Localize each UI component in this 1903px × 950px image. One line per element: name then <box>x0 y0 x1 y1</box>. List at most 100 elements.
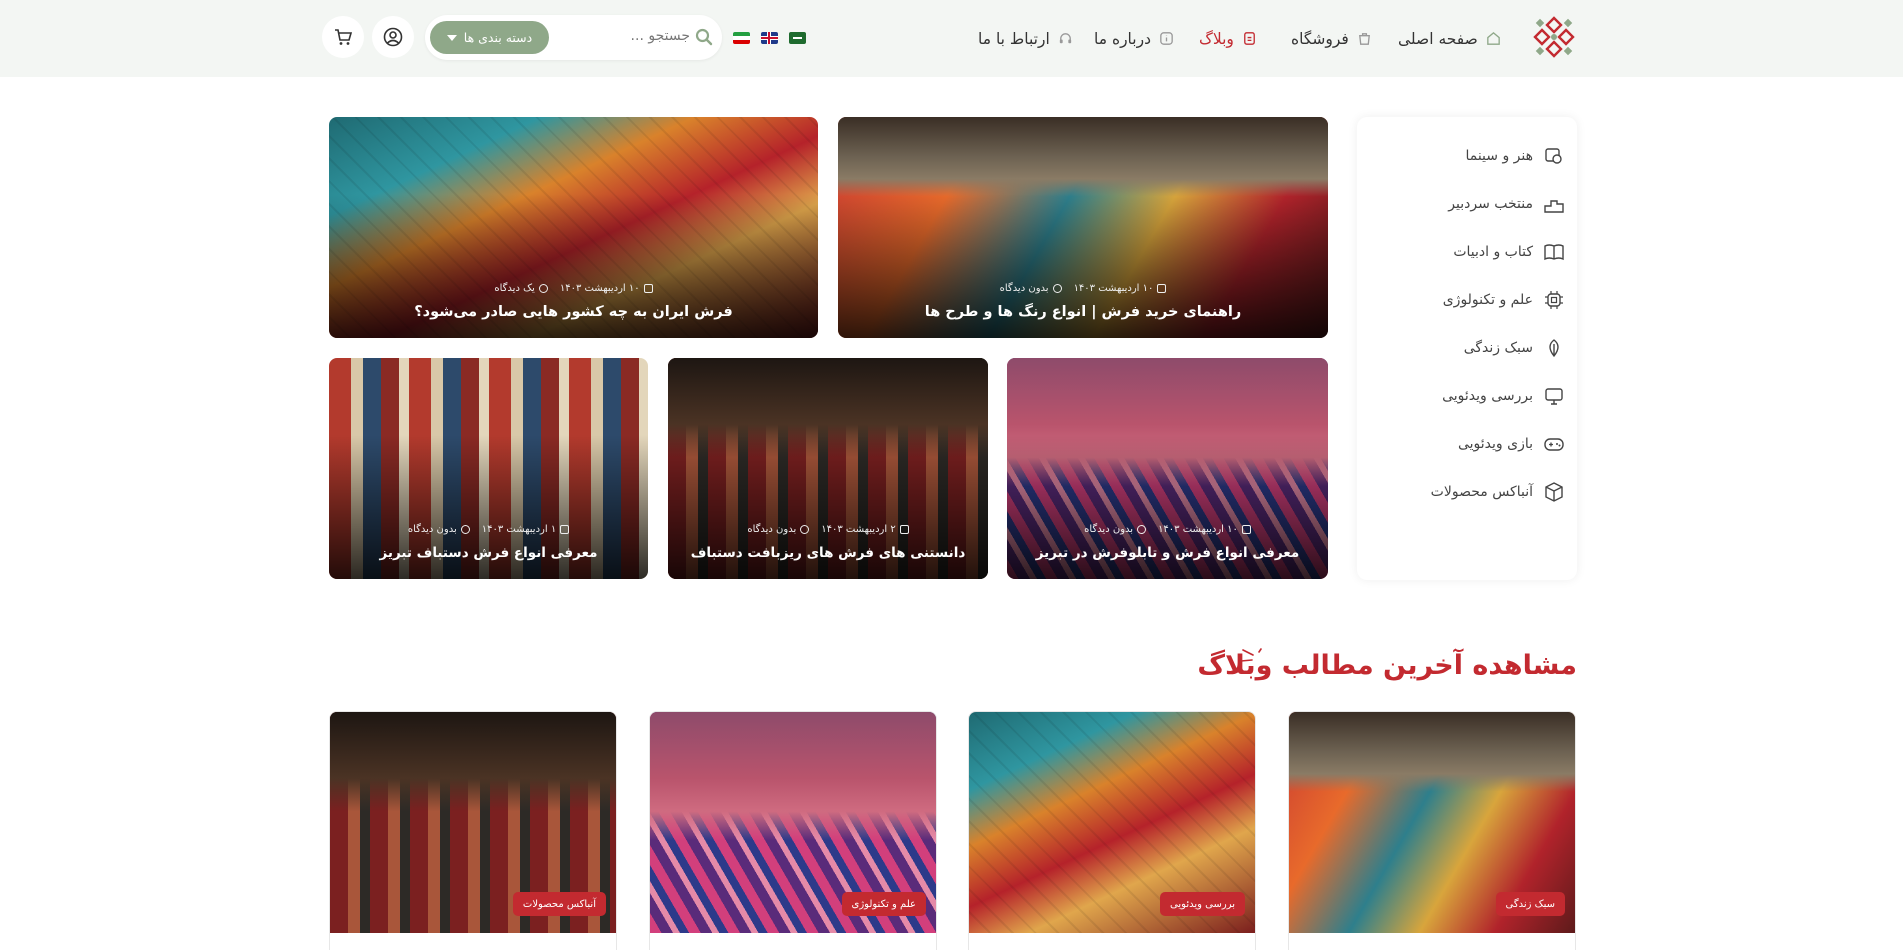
category-badge[interactable]: آنباکس محصولات <box>512 892 606 916</box>
fa-flag[interactable] <box>733 32 750 44</box>
category-badge[interactable]: سبک زندگی <box>1495 892 1565 916</box>
user-account-button[interactable] <box>372 16 414 58</box>
podium-icon <box>1544 200 1564 213</box>
post-title[interactable]: راهنمای خرید فرش | انواع رنگ ها و طرح ها <box>838 304 1328 320</box>
caret-down-icon <box>446 34 457 41</box>
sidebar-item-lifestyle[interactable]: سبک زندگی <box>1464 335 1565 361</box>
category-badge[interactable]: علم و تکنولوژی <box>841 892 926 916</box>
nav-contact[interactable]: ارتباط با ما <box>978 0 1074 77</box>
sidebar-item-label: منتخب سردبیر <box>1448 196 1533 212</box>
post-date: ۱۰ اردیبهشت ۱۴۰۳ <box>560 283 653 294</box>
post-title[interactable]: دانستنی های فرش های ریزبافت دستباف <box>668 545 988 561</box>
sidebar-item-label: بررسی ویدئویی <box>1442 388 1533 404</box>
nav-shop-label: فروشگاه <box>1291 29 1349 48</box>
latest-card-3[interactable]: علم و تکنولوژی <box>649 711 937 950</box>
ar-flag[interactable] <box>789 32 806 44</box>
post-title[interactable]: فرش ایران به چه کشور هایی صادر می‌شود؟ <box>329 304 818 320</box>
featured-post-2[interactable]: ۱۰ اردیبهشت ۱۴۰۳ یک دیدگاه فرش ایران به … <box>329 117 818 338</box>
home-icon <box>1486 31 1500 45</box>
post-date: ۱۰ اردیبهشت ۱۴۰۳ <box>1158 524 1251 535</box>
comment-icon <box>460 525 470 534</box>
latest-card-2[interactable]: بررسی ویدئویی <box>968 711 1256 950</box>
post-comments: بدون دیدگاه <box>747 524 810 535</box>
headset-icon <box>1059 33 1071 44</box>
monitor-icon <box>1545 388 1563 405</box>
featured-post-3[interactable]: ۱۰ اردیبهشت ۱۴۰۳ بدون دیدگاه معرفی انواع… <box>1007 358 1328 579</box>
post-meta: ۱۰ اردیبهشت ۱۴۰۳ بدون دیدگاه <box>838 283 1328 294</box>
cart-icon <box>335 29 353 45</box>
calendar-icon <box>643 284 653 293</box>
post-meta: ۱ اردیبهشت ۱۴۰۳ بدون دیدگاه <box>329 524 648 535</box>
post-comments: یک دیدگاه <box>494 283 548 294</box>
category-sidebar: هنر و سینما منتخب سردبیر کتاب و ادبیات ع… <box>1357 117 1577 580</box>
comment-icon <box>1137 525 1147 534</box>
latest-card-4[interactable]: آنباکس محصولات <box>329 711 617 950</box>
cart-button[interactable] <box>322 16 364 58</box>
language-switcher <box>733 32 806 44</box>
calendar-icon <box>1241 525 1251 534</box>
chip-icon <box>1545 291 1563 309</box>
sidebar-item-art-cinema[interactable]: هنر و سینما <box>1465 143 1565 169</box>
sidebar-item-unboxing[interactable]: آنباکس محصولات <box>1431 479 1565 505</box>
sidebar-item-video-review[interactable]: بررسی ویدئویی <box>1442 383 1565 409</box>
search-icon[interactable] <box>694 27 714 47</box>
blog-icon <box>1244 32 1255 45</box>
nav-about-label: درباره ما <box>1094 29 1151 48</box>
en-flag[interactable] <box>761 32 778 44</box>
sidebar-item-label: سبک زندگی <box>1463 340 1533 356</box>
section-title: مشاهده آخرین مطالب وبلاگ <box>1197 650 1577 681</box>
featured-post-1[interactable]: ۱۰ اردیبهشت ۱۴۰۳ بدون دیدگاه راهنمای خری… <box>838 117 1328 338</box>
calendar-icon <box>899 525 909 534</box>
post-comments: بدون دیدگاه <box>1084 524 1147 535</box>
post-meta: ۱۰ اردیبهشت ۱۴۰۳ بدون دیدگاه <box>1007 524 1328 535</box>
post-comments: بدون دیدگاه <box>408 524 470 535</box>
sidebar-item-editors-pick[interactable]: منتخب سردبیر <box>1448 191 1565 217</box>
post-date: ۱۰ اردیبهشت ۱۴۰۳ <box>1074 283 1167 294</box>
post-meta: ۱۰ اردیبهشت ۱۴۰۳ یک دیدگاه <box>329 283 818 294</box>
sidebar-item-books[interactable]: کتاب و ادبیات <box>1453 239 1565 265</box>
featured-post-4[interactable]: ۲ اردیبهشت ۱۴۰۳ بدون دیدگاه دانستنی های … <box>668 358 988 579</box>
post-title[interactable]: معرفی انواع فرش و تابلوفرش در تبریز <box>1007 545 1328 561</box>
nav-home[interactable]: صفحه اصلی <box>1398 0 1502 77</box>
sidebar-item-label: آنباکس محصولات <box>1430 484 1533 500</box>
sidebar-item-science-tech[interactable]: علم و تکنولوژی <box>1443 287 1565 313</box>
nav-blog[interactable]: وبلاگ <box>1199 0 1258 77</box>
calendar-icon <box>560 525 570 534</box>
leaf-icon <box>1549 339 1559 358</box>
sidebar-item-label: هنر و سینما <box>1465 148 1533 164</box>
calendar-icon <box>1157 284 1167 293</box>
nav-contact-label: ارتباط با ما <box>978 29 1050 48</box>
featured-post-5[interactable]: ۱ اردیبهشت ۱۴۰۳ بدون دیدگاه معرفی انواع … <box>329 358 648 579</box>
gamepad-icon <box>1544 438 1564 451</box>
post-title[interactable]: معرفی انواع فرش دستباف تبریز <box>329 545 648 561</box>
site-header: صفحه اصلی فروشگاه وبلاگ درباره ما ارتباط… <box>0 0 1903 77</box>
nav-home-label: صفحه اصلی <box>1398 29 1478 48</box>
comment-icon <box>800 525 810 534</box>
box-icon <box>1545 482 1563 502</box>
sidebar-item-label: بازی ویدئویی <box>1457 436 1533 452</box>
post-meta: ۲ اردیبهشت ۱۴۰۳ بدون دیدگاه <box>668 524 988 535</box>
categories-button[interactable]: دسته بندی ها <box>430 21 549 54</box>
sidebar-item-label: علم و تکنولوژی <box>1442 292 1533 308</box>
comment-icon <box>538 284 548 293</box>
post-comments: بدون دیدگاه <box>1000 283 1062 294</box>
book-icon <box>1544 244 1564 261</box>
shopping-bag-icon <box>1358 33 1370 45</box>
comment-icon <box>1052 284 1062 293</box>
categories-button-label: دسته بندی ها <box>463 30 533 45</box>
search-placeholder: جستجو ... <box>630 28 690 44</box>
sidebar-item-label: کتاب و ادبیات <box>1453 244 1533 260</box>
latest-card-1[interactable]: سبک زندگی <box>1288 711 1576 950</box>
category-badge[interactable]: بررسی ویدئویی <box>1160 892 1245 916</box>
sidebar-item-video-game[interactable]: بازی ویدئویی <box>1458 431 1565 457</box>
user-circle-icon <box>383 27 403 47</box>
logo-icon[interactable] <box>1531 14 1577 60</box>
post-date: ۱ اردیبهشت ۱۴۰۳ <box>482 524 570 535</box>
film-icon <box>1545 148 1562 164</box>
search-input[interactable]: جستجو ... دسته بندی ها <box>425 15 722 60</box>
nav-shop[interactable]: فروشگاه <box>1291 0 1373 77</box>
post-date: ۲ اردیبهشت ۱۴۰۳ <box>821 524 909 535</box>
nav-blog-label: وبلاگ <box>1199 29 1234 48</box>
nav-about[interactable]: درباره ما <box>1094 0 1175 77</box>
info-icon <box>1160 32 1173 45</box>
